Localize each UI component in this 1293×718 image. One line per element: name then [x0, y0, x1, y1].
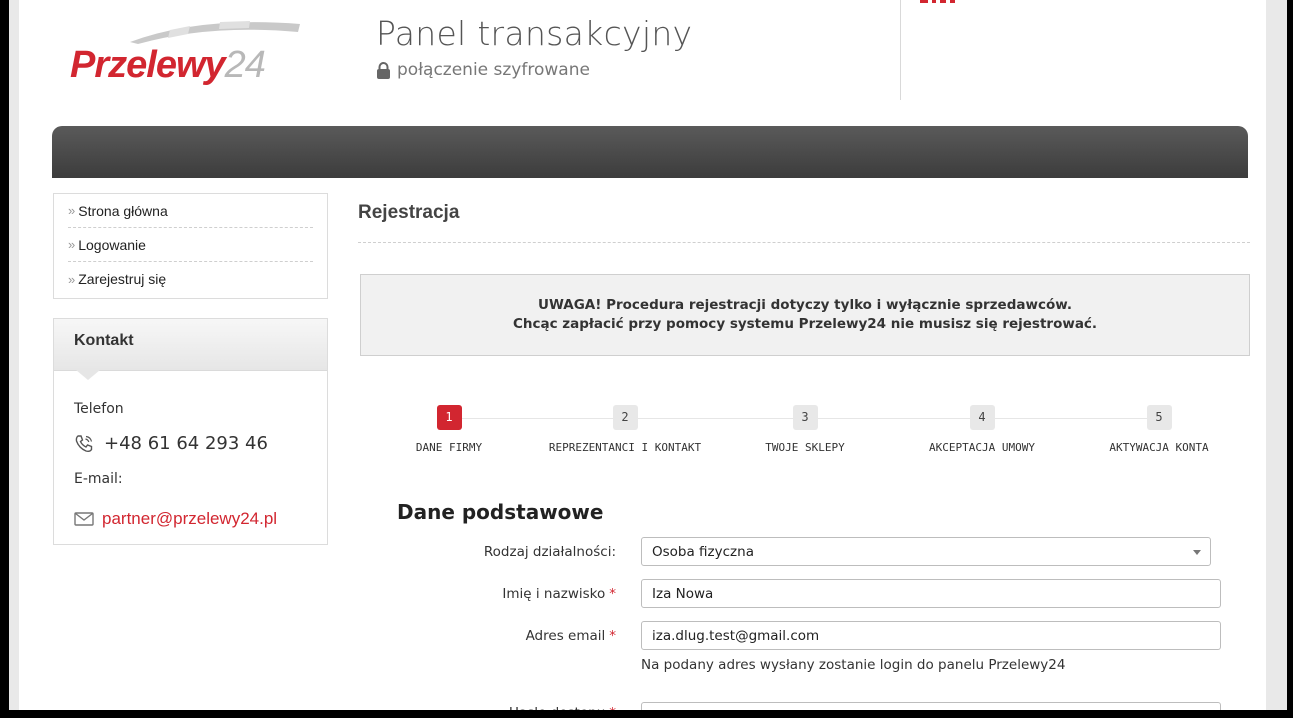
- phone-icon: [75, 434, 93, 452]
- envelope-icon: [74, 512, 94, 526]
- email-link[interactable]: partner@przelewy24.pl: [74, 509, 277, 529]
- sidebar-item-label: Logowanie: [78, 236, 146, 253]
- window-frame-right: [1287, 0, 1293, 718]
- panel-title: Panel transakcyjny: [376, 14, 693, 53]
- step-number: 2: [612, 405, 638, 430]
- email-input[interactable]: iza.dlug.test@gmail.com: [641, 621, 1221, 650]
- step-label: AKTYWACJA KONTA: [1109, 441, 1209, 454]
- seller-notice-box: UWAGA! Procedura rejestracji dotyczy tyl…: [360, 274, 1250, 356]
- window-frame-bottom: [0, 710, 1293, 718]
- step-representatives: 2 REPREZENTANCI I KONTAKT: [525, 405, 725, 454]
- logo-wordmark: Przelewy24: [70, 44, 266, 86]
- chevron-right-icon: »: [68, 271, 76, 287]
- sidebar-item-login[interactable]: » Logowanie: [68, 228, 313, 262]
- business-type-label: Rodzaj działalności:: [483, 544, 616, 560]
- secure-connection-text: połączenie szyfrowane: [397, 60, 590, 80]
- full-name-value: Iza Nowa: [652, 585, 714, 602]
- business-type-value: Osoba fizyczna: [652, 543, 754, 560]
- header-red-fragment: [920, 0, 1000, 4]
- logo-swoosh-icon: [130, 21, 300, 44]
- business-type-select[interactable]: Osoba fizyczna: [641, 537, 1211, 566]
- email-address: partner@przelewy24.pl: [102, 509, 278, 528]
- chevron-right-icon: »: [68, 203, 76, 218]
- page-gutter-right: [1266, 0, 1287, 718]
- step-label: DANE FIRMY: [415, 441, 483, 454]
- chevron-right-icon: »: [68, 237, 76, 252]
- notice-line-1: UWAGA! Procedura rejestracji dotyczy tyl…: [538, 297, 1072, 313]
- step-your-shops: 3 TWOJE SKLEPY: [705, 405, 905, 454]
- sidebar-item-label: Zarejestruj się: [78, 271, 167, 287]
- phone-row: +48 61 64 293 46: [74, 433, 268, 454]
- step-number: 3: [792, 405, 818, 430]
- step-activation: 5 AKTYWACJA KONTA: [1059, 405, 1259, 454]
- contact-pointer: [76, 370, 100, 380]
- top-navigation-bar: [52, 126, 1248, 178]
- section-title: Dane podstawowe: [397, 500, 604, 524]
- notice-line-2: Chcąc zapłacić przy pomocy systemu Przel…: [512, 316, 1098, 332]
- header-divider: [900, 0, 901, 100]
- secure-connection-label: połączenie szyfrowane: [376, 60, 590, 80]
- step-label: AKCEPTACJA UMOWY: [929, 441, 1035, 454]
- window-frame-left: [0, 0, 9, 718]
- step-agreement: 4 AKCEPTACJA UMOWY: [882, 405, 1082, 454]
- email-hint: Na podany adres wysłany zostanie login d…: [641, 657, 1066, 673]
- step-label: TWOJE SKLEPY: [765, 441, 845, 454]
- required-asterisk: *: [609, 628, 616, 644]
- step-number: 4: [969, 405, 995, 430]
- chevron-down-icon: [1193, 550, 1201, 555]
- email-input-value: iza.dlug.test@gmail.com: [652, 627, 820, 644]
- full-name-input[interactable]: Iza Nowa: [641, 579, 1221, 608]
- contact-title: Kontakt: [54, 319, 327, 371]
- step-company-data: 1 DANE FIRMY: [349, 405, 549, 454]
- page-gutter-left: [9, 0, 19, 718]
- lock-icon: [377, 61, 390, 79]
- sidebar-item-home[interactable]: » Strona główna: [68, 194, 313, 228]
- title-divider: [358, 242, 1250, 243]
- sidebar-menu: » Strona główna » Logowanie » Zarejestru…: [53, 193, 328, 299]
- przelewy24-logo[interactable]: Przelewy24: [70, 12, 300, 92]
- sidebar-item-label: Strona główna: [78, 202, 168, 219]
- full-name-label: Imię i nazwisko *: [502, 586, 616, 602]
- email-field-label: Adres email *: [525, 628, 616, 644]
- step-label: REPREZENTANCI I KONTAKT: [548, 441, 702, 454]
- step-number: 1: [436, 405, 462, 430]
- sidebar-item-register[interactable]: » Zarejestruj się: [68, 262, 313, 296]
- phone-number: +48 61 64 293 46: [104, 433, 268, 454]
- phone-label: Telefon: [74, 401, 124, 417]
- email-label: E-mail:: [74, 471, 123, 487]
- required-asterisk: *: [609, 586, 616, 602]
- step-number: 5: [1146, 405, 1172, 430]
- contact-box: Kontakt Telefon +48 61 64 293 46 E-mail:…: [53, 318, 328, 545]
- page-title: Rejestracja: [358, 202, 460, 223]
